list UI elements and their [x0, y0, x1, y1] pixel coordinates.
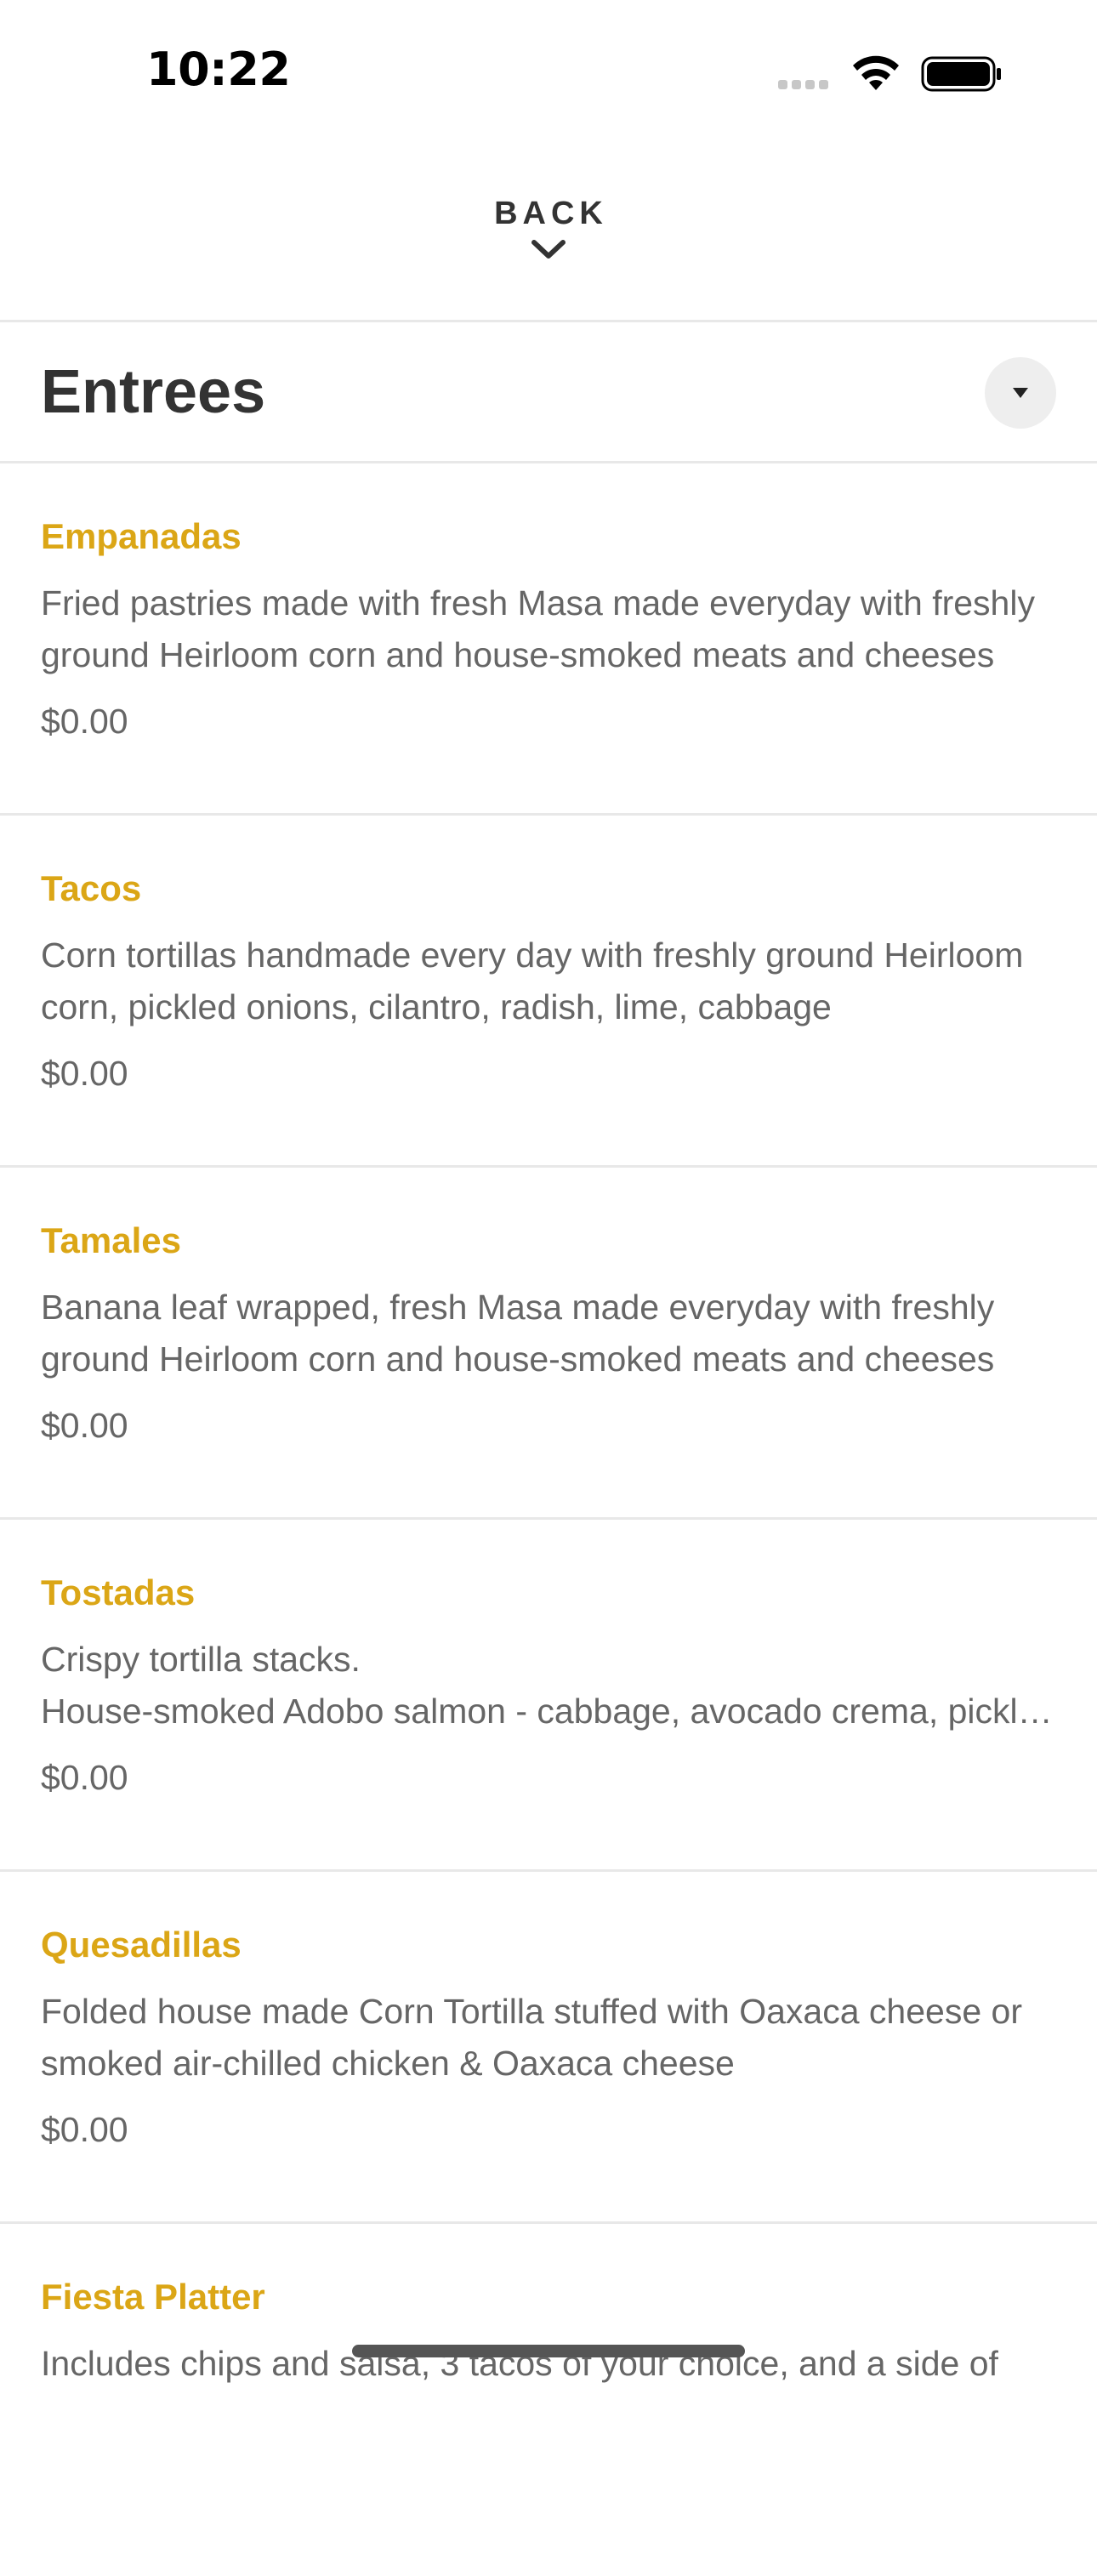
menu-item-name: Tostadas [41, 1572, 196, 1612]
back-button[interactable]: BACK [0, 196, 1097, 289]
menu-item[interactable]: Tostadas Crispy tortilla stacks. House-s… [0, 1520, 1097, 1872]
menu-item-description: Corn tortillas handmade every day with f… [41, 935, 1024, 1026]
wifi-icon [853, 55, 899, 90]
menu-item[interactable]: Empanadas Fried pastries made with fresh… [0, 463, 1097, 816]
menu-item-price: $0.00 [41, 702, 128, 741]
menu-item-name: Tacos [41, 868, 142, 908]
section-collapse-button[interactable] [985, 357, 1056, 429]
menu-item-description: Folded house made Corn Tortilla stuffed … [41, 1992, 1022, 2083]
menu-item-description: Crispy tortilla stacks. House-smoked Ado… [41, 1640, 1057, 1731]
home-indicator[interactable] [352, 2345, 745, 2357]
section-title: Entrees [41, 358, 266, 426]
menu-item-name: Quesadillas [41, 1925, 242, 1965]
menu-item[interactable]: Quesadillas Folded house made Corn Torti… [0, 1872, 1097, 2224]
status-bar: 10:22 [0, 0, 1097, 145]
menu-item[interactable]: Tamales Banana leaf wrapped, fresh Masa … [0, 1168, 1097, 1520]
menu-item[interactable]: Tacos Corn tortillas handmade every day … [0, 816, 1097, 1168]
caret-down-icon [1013, 388, 1028, 398]
menu-item-price: $0.00 [41, 1406, 128, 1445]
cellular-signal-icon [778, 80, 828, 89]
menu-item-price: $0.00 [41, 1054, 128, 1093]
status-time: 10:22 [146, 43, 291, 96]
menu-item[interactable]: Fiesta Platter Includes chips and salsa,… [0, 2224, 1097, 2576]
battery-icon [921, 56, 1001, 92]
menu-item-name: Empanadas [41, 516, 242, 556]
menu-item-name: Fiesta Platter [41, 2277, 265, 2317]
menu-item-price: $0.00 [41, 2110, 128, 2149]
menu-item-name: Tamales [41, 1220, 181, 1260]
section-header: Entrees [0, 323, 1097, 461]
back-label: BACK [494, 196, 608, 231]
chevron-down-icon [531, 240, 566, 259]
menu-list: Empanadas Fried pastries made with fresh… [0, 463, 1097, 2576]
menu-item-description: Fried pastries made with fresh Masa made… [41, 583, 1035, 674]
header-divider [0, 320, 1097, 322]
menu-item-price: $0.00 [41, 1758, 128, 1797]
menu-item-description: Banana leaf wrapped, fresh Masa made eve… [41, 1288, 995, 1379]
